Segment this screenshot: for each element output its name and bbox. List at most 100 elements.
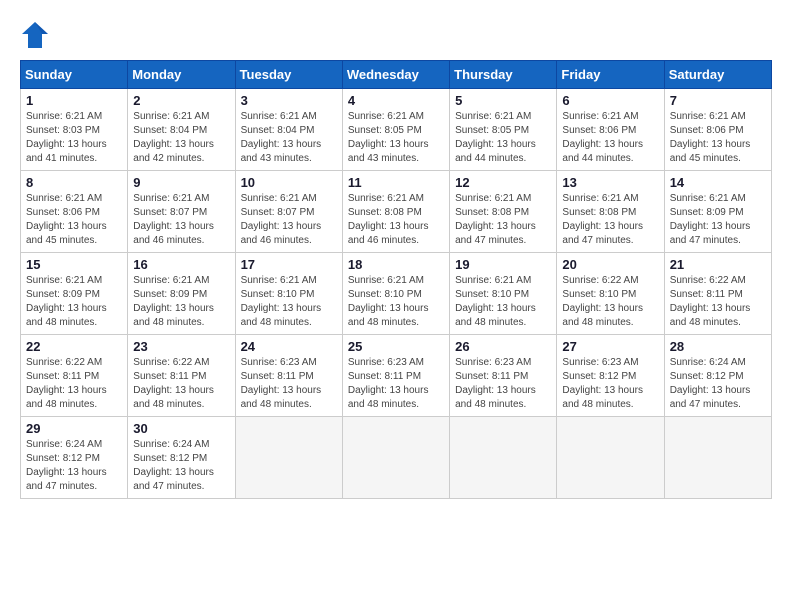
logo-icon xyxy=(20,20,50,50)
day-info: Sunrise: 6:23 AMSunset: 8:11 PMDaylight:… xyxy=(241,356,337,412)
logo xyxy=(20,20,54,50)
day-info: Sunrise: 6:21 AMSunset: 8:09 PMDaylight:… xyxy=(670,192,766,248)
day-info: Sunrise: 6:21 AMSunset: 8:10 PMDaylight:… xyxy=(348,274,444,330)
calendar-cell: 20Sunrise: 6:22 AMSunset: 8:10 PMDayligh… xyxy=(557,253,664,335)
calendar-table: SundayMondayTuesdayWednesdayThursdayFrid… xyxy=(20,60,772,499)
day-info: Sunrise: 6:22 AMSunset: 8:11 PMDaylight:… xyxy=(26,356,122,412)
calendar-cell: 23Sunrise: 6:22 AMSunset: 8:11 PMDayligh… xyxy=(128,335,235,417)
calendar-cell: 10Sunrise: 6:21 AMSunset: 8:07 PMDayligh… xyxy=(235,171,342,253)
week-row-3: 15 Sunrise: 6:21 AMSunset: 8:09 PMDayligh… xyxy=(21,253,772,335)
day-info: Sunrise: 6:21 AMSunset: 8:06 PMDaylight:… xyxy=(26,192,122,248)
day-info: Sunrise: 6:21 AMSunset: 8:07 PMDaylight:… xyxy=(133,192,229,248)
day-number: 18 xyxy=(348,257,444,272)
weekday-header-thursday: Thursday xyxy=(450,61,557,89)
calendar-cell: 1 Sunrise: 6:21 AMSunset: 8:03 PMDaylight… xyxy=(21,89,128,171)
day-number: 9 xyxy=(133,175,229,190)
calendar-cell: 18 Sunrise: 6:21 AMSunset: 8:10 PMDayligh… xyxy=(342,253,449,335)
calendar-cell: 4 Sunrise: 6:21 AMSunset: 8:05 PMDaylight… xyxy=(342,89,449,171)
day-info: Sunrise: 6:21 AMSunset: 8:08 PMDaylight:… xyxy=(562,192,658,248)
day-info: Sunrise: 6:24 AMSunset: 8:12 PMDaylight:… xyxy=(670,356,766,412)
calendar-cell: 29 Sunrise: 6:24 AMSunset: 8:12 PMDayligh… xyxy=(21,417,128,499)
day-info: Sunrise: 6:21 AMSunset: 8:08 PMDaylight:… xyxy=(455,192,551,248)
day-info: Sunrise: 6:21 AMSunset: 8:05 PMDaylight:… xyxy=(455,110,551,166)
calendar-cell: 3Sunrise: 6:21 AMSunset: 8:04 PMDaylight… xyxy=(235,89,342,171)
week-row-4: 22 Sunrise: 6:22 AMSunset: 8:11 PMDayligh… xyxy=(21,335,772,417)
day-info: Sunrise: 6:21 AMSunset: 8:06 PMDaylight:… xyxy=(670,110,766,166)
calendar-cell xyxy=(450,417,557,499)
day-number: 15 xyxy=(26,257,122,272)
day-number: 1 xyxy=(26,93,122,108)
week-row-5: 29 Sunrise: 6:24 AMSunset: 8:12 PMDayligh… xyxy=(21,417,772,499)
day-info: Sunrise: 6:21 AMSunset: 8:10 PMDaylight:… xyxy=(455,274,551,330)
calendar-cell: 13 Sunrise: 6:21 AMSunset: 8:08 PMDayligh… xyxy=(557,171,664,253)
day-number: 20 xyxy=(562,257,658,272)
day-number: 13 xyxy=(562,175,658,190)
calendar-cell: 8 Sunrise: 6:21 AMSunset: 8:06 PMDaylight… xyxy=(21,171,128,253)
day-number: 16 xyxy=(133,257,229,272)
day-info: Sunrise: 6:21 AMSunset: 8:10 PMDaylight:… xyxy=(241,274,337,330)
calendar-cell: 22 Sunrise: 6:22 AMSunset: 8:11 PMDayligh… xyxy=(21,335,128,417)
weekday-header-friday: Friday xyxy=(557,61,664,89)
day-info: Sunrise: 6:22 AMSunset: 8:11 PMDaylight:… xyxy=(670,274,766,330)
calendar-cell: 30 Sunrise: 6:24 AMSunset: 8:12 PMDayligh… xyxy=(128,417,235,499)
day-info: Sunrise: 6:23 AMSunset: 8:11 PMDaylight:… xyxy=(455,356,551,412)
day-info: Sunrise: 6:21 AMSunset: 8:09 PMDaylight:… xyxy=(133,274,229,330)
day-number: 21 xyxy=(670,257,766,272)
calendar-cell: 15 Sunrise: 6:21 AMSunset: 8:09 PMDayligh… xyxy=(21,253,128,335)
calendar-cell: 9 Sunrise: 6:21 AMSunset: 8:07 PMDaylight… xyxy=(128,171,235,253)
calendar-cell xyxy=(557,417,664,499)
calendar-cell: 25 Sunrise: 6:23 AMSunset: 8:11 PMDayligh… xyxy=(342,335,449,417)
day-number: 8 xyxy=(26,175,122,190)
calendar-cell xyxy=(235,417,342,499)
day-info: Sunrise: 6:21 AMSunset: 8:08 PMDaylight:… xyxy=(348,192,444,248)
day-number: 5 xyxy=(455,93,551,108)
weekday-header-tuesday: Tuesday xyxy=(235,61,342,89)
calendar-cell: 6 Sunrise: 6:21 AMSunset: 8:06 PMDaylight… xyxy=(557,89,664,171)
day-number: 7 xyxy=(670,93,766,108)
day-number: 26 xyxy=(455,339,551,354)
calendar-cell: 19Sunrise: 6:21 AMSunset: 8:10 PMDayligh… xyxy=(450,253,557,335)
calendar-cell: 24Sunrise: 6:23 AMSunset: 8:11 PMDayligh… xyxy=(235,335,342,417)
weekday-header-wednesday: Wednesday xyxy=(342,61,449,89)
day-number: 22 xyxy=(26,339,122,354)
day-number: 25 xyxy=(348,339,444,354)
calendar-cell: 12 Sunrise: 6:21 AMSunset: 8:08 PMDayligh… xyxy=(450,171,557,253)
day-number: 23 xyxy=(133,339,229,354)
weekday-header-saturday: Saturday xyxy=(664,61,771,89)
day-info: Sunrise: 6:24 AMSunset: 8:12 PMDaylight:… xyxy=(26,438,122,494)
day-number: 29 xyxy=(26,421,122,436)
calendar-cell: 7 Sunrise: 6:21 AMSunset: 8:06 PMDaylight… xyxy=(664,89,771,171)
calendar-cell: 5 Sunrise: 6:21 AMSunset: 8:05 PMDaylight… xyxy=(450,89,557,171)
day-number: 30 xyxy=(133,421,229,436)
weekday-header-sunday: Sunday xyxy=(21,61,128,89)
day-number: 2 xyxy=(133,93,229,108)
day-number: 12 xyxy=(455,175,551,190)
calendar-cell: 17 Sunrise: 6:21 AMSunset: 8:10 PMDayligh… xyxy=(235,253,342,335)
calendar-cell: 16 Sunrise: 6:21 AMSunset: 8:09 PMDayligh… xyxy=(128,253,235,335)
calendar-cell: 26 Sunrise: 6:23 AMSunset: 8:11 PMDayligh… xyxy=(450,335,557,417)
day-number: 3 xyxy=(241,93,337,108)
calendar-cell xyxy=(664,417,771,499)
day-info: Sunrise: 6:24 AMSunset: 8:12 PMDaylight:… xyxy=(133,438,229,494)
day-info: Sunrise: 6:23 AMSunset: 8:12 PMDaylight:… xyxy=(562,356,658,412)
day-number: 17 xyxy=(241,257,337,272)
week-row-1: 1 Sunrise: 6:21 AMSunset: 8:03 PMDaylight… xyxy=(21,89,772,171)
calendar-cell: 27Sunrise: 6:23 AMSunset: 8:12 PMDayligh… xyxy=(557,335,664,417)
day-number: 4 xyxy=(348,93,444,108)
day-number: 10 xyxy=(241,175,337,190)
calendar-cell: 14Sunrise: 6:21 AMSunset: 8:09 PMDayligh… xyxy=(664,171,771,253)
day-info: Sunrise: 6:21 AMSunset: 8:06 PMDaylight:… xyxy=(562,110,658,166)
calendar-cell: 28 Sunrise: 6:24 AMSunset: 8:12 PMDayligh… xyxy=(664,335,771,417)
calendar-cell: 21 Sunrise: 6:22 AMSunset: 8:11 PMDayligh… xyxy=(664,253,771,335)
day-info: Sunrise: 6:21 AMSunset: 8:09 PMDaylight:… xyxy=(26,274,122,330)
day-info: Sunrise: 6:21 AMSunset: 8:04 PMDaylight:… xyxy=(133,110,229,166)
day-number: 6 xyxy=(562,93,658,108)
calendar-cell xyxy=(342,417,449,499)
week-row-2: 8 Sunrise: 6:21 AMSunset: 8:06 PMDaylight… xyxy=(21,171,772,253)
day-info: Sunrise: 6:21 AMSunset: 8:05 PMDaylight:… xyxy=(348,110,444,166)
day-info: Sunrise: 6:23 AMSunset: 8:11 PMDaylight:… xyxy=(348,356,444,412)
day-number: 28 xyxy=(670,339,766,354)
day-info: Sunrise: 6:21 AMSunset: 8:03 PMDaylight:… xyxy=(26,110,122,166)
weekday-header-row: SundayMondayTuesdayWednesdayThursdayFrid… xyxy=(21,61,772,89)
day-number: 11 xyxy=(348,175,444,190)
